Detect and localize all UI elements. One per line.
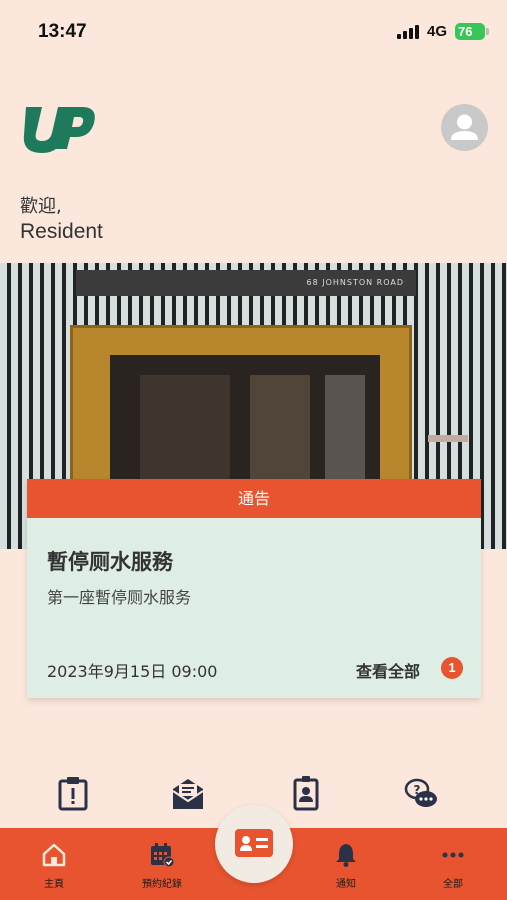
signal-icon [397,25,419,39]
network-type: 4G [427,23,448,40]
up-logo [23,107,95,153]
bell-icon [336,844,356,867]
id-badge-icon[interactable] [289,775,323,811]
user-icon [451,114,478,140]
status-bar: 13:47 4G 76 [0,0,507,62]
calendar-check-icon [151,843,175,868]
user-name: Resident [20,220,103,243]
home-icon [42,843,66,867]
notice-header: 通告 [27,479,481,518]
chat-help-icon[interactable]: ? [404,775,438,811]
tab-home[interactable]: 主頁 [14,828,94,900]
tab-label-notifications: 通知 [336,879,356,890]
more-icon [442,852,464,858]
tab-label-booking-records: 預約紀錄 [142,879,182,890]
resident-card-button[interactable] [215,805,293,883]
building-sign-text: 68 JOHNSTON ROAD [306,278,404,287]
notice-title: 暫停厕水服務 [47,550,173,574]
building-sign: 68 JOHNSTON ROAD [76,270,416,296]
tab-label-all: 全部 [443,879,463,890]
notice-count-badge: 1 [441,657,463,679]
notice-date: 2023年9月15日 09:00 [47,662,218,681]
notice-body: 第一座暫停厕水服务 [47,588,192,607]
mail-icon[interactable] [171,775,205,811]
tab-booking-records[interactable]: 預約紀錄 [122,828,202,900]
notice-card[interactable]: 通告 暫停厕水服務 第一座暫停厕水服务 2023年9月15日 09:00 查看全… [27,479,481,698]
report-icon[interactable] [56,775,90,811]
tab-all[interactable]: 全部 [413,828,493,900]
tab-label-home: 主頁 [44,879,64,890]
profile-avatar-button[interactable] [441,104,488,151]
battery-icon: 76 [455,23,489,40]
view-all-link[interactable]: 查看全部 [356,658,420,682]
status-time: 13:47 [38,21,87,42]
wall-plaque [428,435,468,442]
tab-notifications[interactable]: 通知 [306,828,386,900]
welcome-text: 歡迎, [20,196,62,217]
id-card-icon [235,829,273,857]
